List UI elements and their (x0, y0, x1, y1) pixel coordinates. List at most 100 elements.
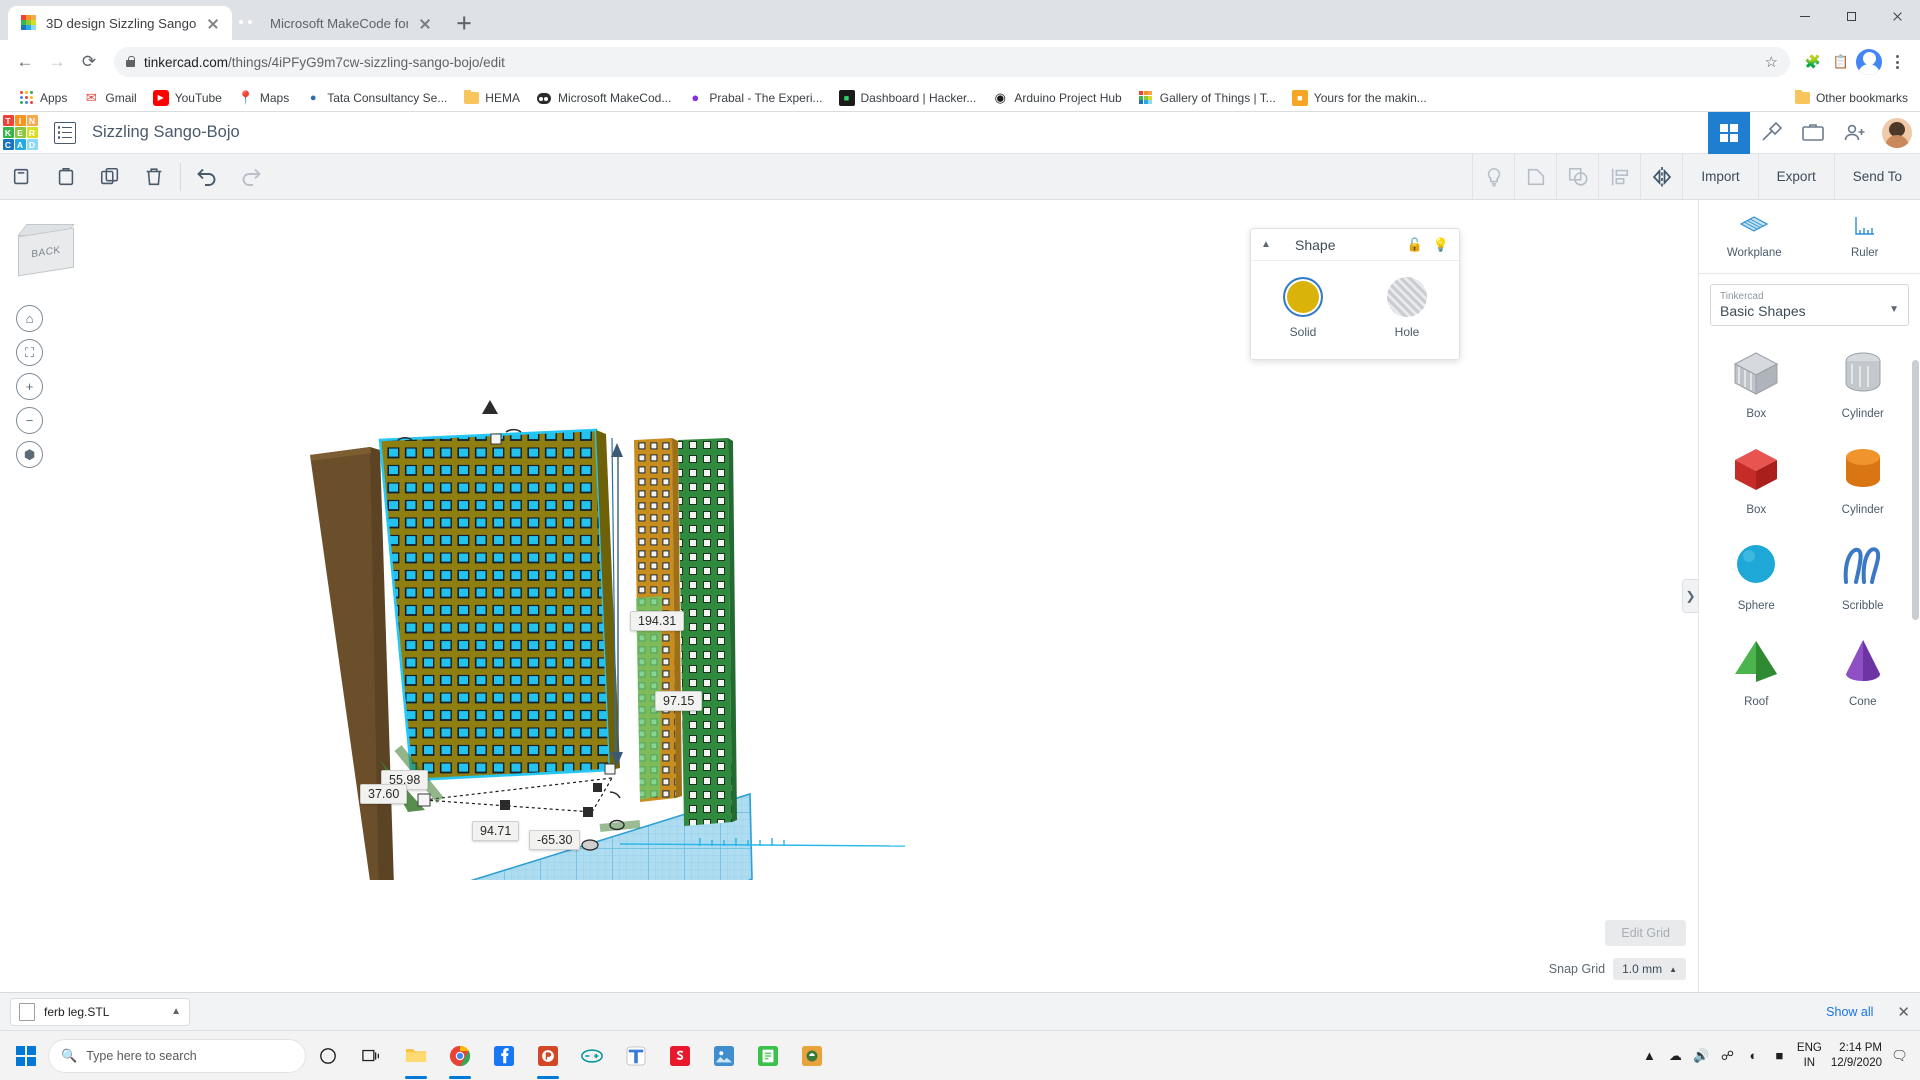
invite-person-icon[interactable] (1834, 112, 1876, 154)
show-all-downloads-button[interactable]: Show all (1816, 1001, 1883, 1023)
bookmark-prabal[interactable]: ● Prabal - The Experi... (679, 87, 830, 109)
close-icon[interactable] (417, 15, 433, 31)
ruler-tool[interactable]: Ruler (1810, 200, 1920, 273)
bookmark-apps[interactable]: Apps (10, 87, 75, 109)
chevron-up-icon[interactable]: ▲ (171, 1006, 181, 1017)
shape-item-scribble[interactable]: Scribble (1812, 530, 1915, 622)
tinkercad-logo-icon[interactable]: T I N K E R C A D (0, 112, 40, 154)
orthographic-view-icon[interactable]: ⬢ (16, 441, 43, 468)
dimension-label[interactable]: 194.31 (630, 611, 685, 631)
lightbulb-icon[interactable] (1472, 153, 1514, 200)
copy-icon[interactable] (0, 154, 44, 200)
bookmark-youtube[interactable]: ▶ YouTube (145, 87, 230, 109)
bookmark-instructables[interactable]: ■ Yours for the makin... (1284, 87, 1435, 109)
solid-swatch-icon[interactable] (1283, 277, 1323, 317)
dimension-label[interactable]: 37.60 (360, 784, 408, 804)
fit-all-icon[interactable]: ⛶ (16, 339, 43, 366)
notification-icon[interactable]: 🗨 (1891, 1048, 1908, 1064)
speaker-icon[interactable]: 🔊 (1693, 1048, 1710, 1064)
language-indicator[interactable]: ENG IN (1797, 1041, 1822, 1070)
gallery-icon[interactable] (1792, 112, 1834, 154)
shape-item-cylinder-striped[interactable]: Cylinder (1812, 338, 1915, 430)
photos-icon[interactable] (702, 1031, 746, 1080)
mail-app-icon[interactable] (790, 1031, 834, 1080)
reading-list-icon[interactable]: 📋 (1828, 49, 1854, 75)
other-bookmarks-button[interactable]: Other bookmarks (1794, 89, 1908, 105)
browser-tab-active[interactable]: 3D design Sizzling Sango-Bojo | T (8, 6, 232, 40)
panel-scrollbar[interactable] (1912, 360, 1919, 620)
task-view-icon[interactable] (350, 1031, 394, 1080)
align-icon[interactable] (1598, 153, 1640, 200)
redo-icon[interactable] (229, 154, 273, 200)
bookmark-makecode[interactable]: Microsoft MakeCod... (528, 87, 679, 109)
search-input[interactable]: 🔍 Type here to search (48, 1038, 306, 1073)
unlock-icon[interactable]: 🔓 (1407, 237, 1423, 253)
bookmark-arduino[interactable]: ◉ Arduino Project Hub (984, 87, 1129, 109)
shape-item-cone[interactable]: Cone (1812, 626, 1915, 718)
battery-icon[interactable]: ■ (1771, 1048, 1788, 1063)
dimension-label[interactable]: 97.15 (655, 691, 703, 711)
download-item[interactable]: ferb leg.STL ▲ (10, 997, 190, 1026)
chevron-up-icon[interactable]: ▲ (1641, 1048, 1658, 1063)
bookmark-gmail[interactable]: ✉ Gmail (75, 87, 144, 109)
back-button[interactable]: ← (10, 47, 40, 77)
arduino-icon[interactable] (570, 1031, 614, 1080)
view-cube-label[interactable]: BACK (18, 227, 74, 277)
duplicate-icon[interactable] (88, 154, 132, 200)
bookmark-tata[interactable]: ● Tata Consultancy Se... (297, 87, 455, 109)
profile-avatar-icon[interactable] (1856, 49, 1882, 75)
bookmark-hackster[interactable]: ■ Dashboard | Hacker... (831, 87, 985, 109)
three-dot-menu-icon[interactable] (1884, 55, 1910, 69)
mirror-flip-icon[interactable] (1640, 153, 1682, 200)
3d-viewport[interactable]: BACK ⌂ ⛶ + − ⬢ 194.31 97.15 55.98 37.60 … (0, 200, 1698, 992)
paste-icon[interactable] (44, 154, 88, 200)
snap-grid-select[interactable]: 1.0 mm ▲ (1613, 958, 1686, 980)
edit-grid-button[interactable]: Edit Grid (1605, 920, 1686, 946)
shape-solid-option[interactable]: Solid (1283, 277, 1323, 339)
avatar[interactable] (1882, 117, 1912, 148)
ungroup-shapes-icon[interactable] (1556, 153, 1598, 200)
dimension-label[interactable]: 94.71 (472, 821, 520, 841)
browser-tab-inactive[interactable]: Microsoft MakeCode for micro:bi (232, 6, 444, 40)
new-tab-button[interactable] (450, 9, 478, 37)
star-icon[interactable]: ☆ (1765, 53, 1778, 71)
close-icon[interactable] (205, 15, 221, 31)
shape-library-select[interactable]: Tinkercad Basic Shapes ▼ (1710, 284, 1909, 326)
home-view-icon[interactable]: ⌂ (16, 305, 43, 332)
wifi-icon[interactable]: ◐ (1745, 1048, 1762, 1063)
workplane-tool[interactable]: Workplane (1699, 200, 1810, 273)
chevron-down-icon[interactable]: ▼ (1889, 304, 1899, 315)
extensions-puzzle-icon[interactable]: 🧩 (1800, 49, 1826, 75)
facebook-icon[interactable] (482, 1031, 526, 1080)
shape-item-box-striped[interactable]: Box (1705, 338, 1808, 430)
simulate-hammer-icon[interactable] (1750, 112, 1792, 154)
undo-icon[interactable] (185, 154, 229, 200)
view-cube[interactable]: BACK (17, 222, 80, 277)
bluetooth-icon[interactable]: ☍ (1719, 1048, 1736, 1064)
chevron-up-icon[interactable]: ▲ (1261, 239, 1285, 250)
s-app-icon[interactable] (658, 1031, 702, 1080)
group-shapes-icon[interactable] (1514, 153, 1556, 200)
windows-start-icon[interactable] (4, 1031, 48, 1080)
forward-button[interactable]: → (42, 47, 72, 77)
shape-hole-option[interactable]: Hole (1387, 277, 1427, 339)
bookmark-maps[interactable]: 📍 Maps (230, 87, 297, 109)
dimension-label[interactable]: -65.30 (529, 830, 581, 850)
shape-item-cylinder-orange[interactable]: Cylinder (1812, 434, 1915, 526)
shape-item-box-red[interactable]: Box (1705, 434, 1808, 526)
delete-trash-icon[interactable] (132, 154, 176, 200)
list-menu-icon[interactable] (54, 121, 76, 144)
zoom-in-icon[interactable]: + (16, 373, 43, 400)
shape-item-roof[interactable]: Roof (1705, 626, 1808, 718)
hole-swatch-icon[interactable] (1387, 277, 1427, 317)
send-to-button[interactable]: Send To (1833, 153, 1920, 200)
chrome-icon[interactable] (438, 1031, 482, 1080)
onedrive-icon[interactable]: ☁ (1667, 1048, 1684, 1064)
address-bar[interactable]: tinkercad.com/things/4iPFyG9m7cw-sizzlin… (114, 47, 1790, 77)
minimize-icon[interactable] (1782, 0, 1828, 32)
bookmark-gallery-of-things[interactable]: Gallery of Things | T... (1130, 87, 1284, 109)
chevron-right-icon[interactable]: ❯ (1682, 579, 1698, 613)
cortana-icon[interactable] (306, 1031, 350, 1080)
thingiverse-icon[interactable] (614, 1031, 658, 1080)
notepad-icon[interactable] (746, 1031, 790, 1080)
